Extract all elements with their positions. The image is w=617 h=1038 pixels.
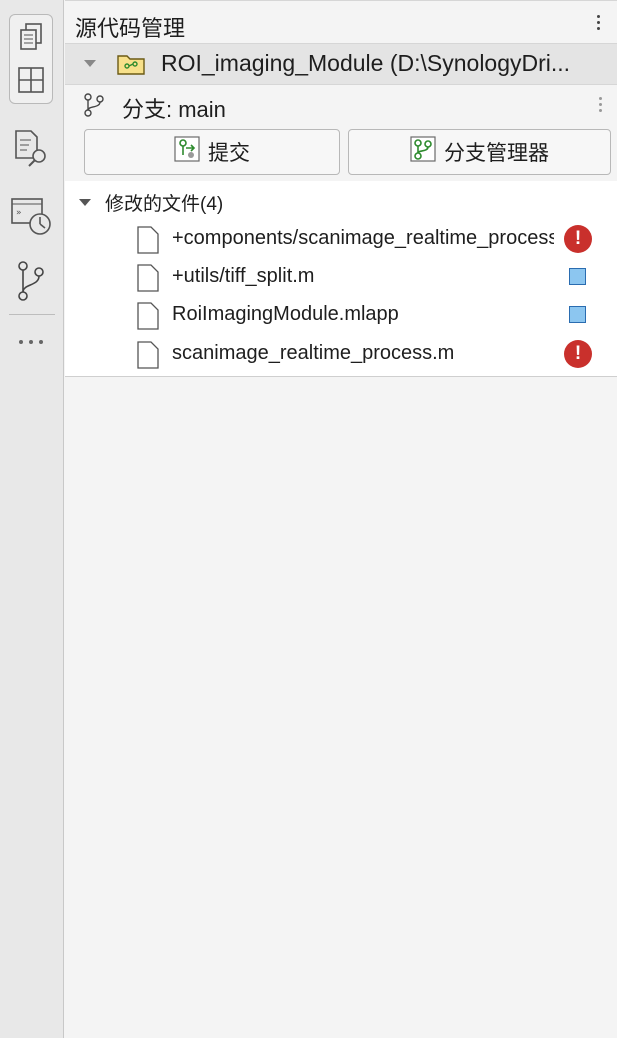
file-row[interactable]: RoiImagingModule.mlapp [65, 297, 617, 335]
collapse-icon[interactable] [84, 60, 96, 67]
source-control-icon[interactable] [0, 259, 62, 303]
conflict-status-icon: ! [564, 340, 592, 368]
more-icon[interactable] [0, 320, 62, 364]
branch-row: 分支: main [65, 85, 617, 125]
branch-manager-icon [410, 136, 436, 168]
modified-status-icon [569, 306, 586, 323]
modified-files-header[interactable]: 修改的文件(4) [79, 189, 223, 216]
file-name: +utils/tiff_split.m [172, 265, 315, 287]
repository-folder-icon [117, 52, 145, 81]
history-icon[interactable]: » [0, 194, 62, 238]
documents-icon[interactable] [0, 15, 62, 59]
file-icon [137, 302, 159, 335]
file-icon [137, 264, 159, 297]
activity-separator [9, 314, 55, 315]
panel-menu-icon[interactable] [593, 15, 603, 30]
modified-files-section: 修改的文件(4) +components/scanimage_realtime_… [65, 181, 617, 377]
modified-files-title: 修改的文件(4) [105, 194, 224, 215]
commit-button[interactable]: 提交 [84, 129, 340, 175]
source-control-panel: 源代码管理 ROI_imaging_Module (D:\SynologyDri… [65, 0, 617, 1038]
file-row[interactable]: +components/scanimage_realtime_process.m… [65, 221, 617, 259]
branch-icon [82, 93, 106, 122]
repository-row[interactable]: ROI_imaging_Module (D:\SynologyDri... [65, 43, 617, 85]
file-row[interactable]: scanimage_realtime_process.m ! [65, 336, 617, 374]
branch-menu-icon[interactable] [595, 97, 605, 112]
commit-icon [174, 136, 200, 168]
file-name: +components/scanimage_realtime_process.m [172, 227, 554, 249]
file-name: RoiImagingModule.mlapp [172, 303, 399, 325]
svg-text:»: » [16, 208, 22, 218]
commit-label: 提交 [208, 142, 250, 165]
panel-title: 源代码管理 [75, 16, 186, 41]
layout-icon[interactable] [0, 58, 62, 102]
branch-label: 分支: main [122, 97, 226, 122]
activity-bar: » [0, 0, 64, 1038]
find-files-icon[interactable] [0, 126, 62, 170]
expand-icon[interactable] [79, 199, 91, 206]
branch-manager-label: 分支管理器 [444, 142, 549, 165]
conflict-status-icon: ! [564, 225, 592, 253]
modified-status-icon [569, 268, 586, 285]
file-name: scanimage_realtime_process.m [172, 342, 455, 364]
file-icon [137, 226, 159, 259]
file-row[interactable]: +utils/tiff_split.m [65, 259, 617, 297]
branch-manager-button[interactable]: 分支管理器 [348, 129, 611, 175]
repository-name: ROI_imaging_Module (D:\SynologyDri... [161, 50, 571, 76]
file-icon [137, 341, 159, 374]
